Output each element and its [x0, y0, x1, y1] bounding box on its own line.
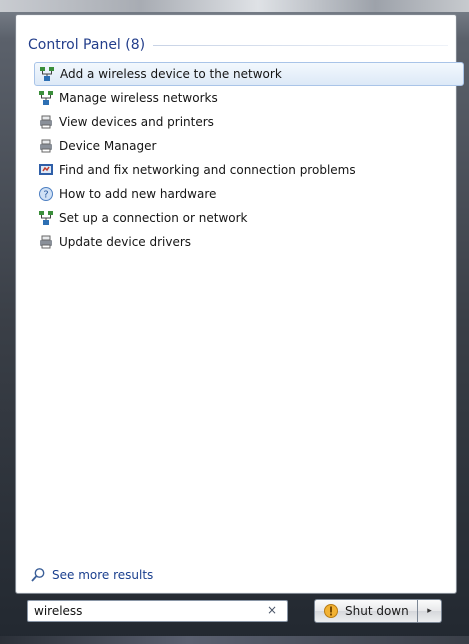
result-add-new-hardware[interactable]: ? How to add new hardware — [34, 182, 464, 206]
svg-text:?: ? — [43, 190, 48, 201]
chevron-right-icon: ▸ — [427, 606, 432, 616]
result-device-manager[interactable]: Device Manager — [34, 134, 464, 158]
search-input[interactable] — [28, 602, 254, 620]
devices-printers-icon — [38, 114, 54, 130]
network-icon — [38, 210, 54, 226]
section-header: Control Panel (8) — [28, 35, 448, 55]
search-icon — [30, 567, 46, 583]
devices-printers-icon — [38, 234, 54, 250]
result-setup-connection[interactable]: Set up a connection or network — [34, 206, 464, 230]
start-menu-frame: Control Panel (8) Add a wireless device … — [0, 0, 469, 644]
help-icon: ? — [38, 186, 54, 202]
search-results-panel: Control Panel (8) Add a wireless device … — [15, 14, 464, 594]
search-box[interactable]: × — [27, 600, 288, 622]
result-manage-wireless-networks[interactable]: Manage wireless networks — [34, 86, 464, 110]
result-label: Update device drivers — [59, 235, 192, 249]
desktop-strip — [0, 0, 469, 12]
shut-down-button[interactable]: Shut down — [314, 599, 418, 623]
result-add-wireless-device[interactable]: Add a wireless device to the network — [34, 62, 464, 86]
result-label: View devices and printers — [59, 115, 214, 129]
devices-printers-icon — [38, 138, 54, 154]
result-label: Find and fix networking and connection p… — [59, 163, 356, 177]
result-label: Device Manager — [59, 139, 157, 153]
shutdown-group: Shut down ▸ — [314, 599, 442, 623]
result-label: Manage wireless networks — [59, 91, 218, 105]
result-label: How to add new hardware — [59, 187, 217, 201]
network-icon — [39, 66, 55, 82]
shield-icon — [323, 603, 339, 619]
result-label: Add a wireless device to the network — [60, 67, 282, 81]
section-divider — [153, 44, 448, 46]
results-list: Add a wireless device to the network Man… — [34, 62, 464, 254]
shutdown-options-button[interactable]: ▸ — [418, 599, 442, 623]
see-more-results-link[interactable]: See more results — [30, 567, 153, 583]
see-more-label: See more results — [52, 568, 154, 582]
result-label: Set up a connection or network — [59, 211, 248, 225]
section-title[interactable]: Control Panel (8) — [28, 37, 153, 53]
network-icon — [38, 90, 54, 106]
taskbar-edge — [0, 636, 469, 644]
shut-down-label: Shut down — [345, 604, 409, 618]
result-view-devices-printers[interactable]: View devices and printers — [34, 110, 464, 134]
clear-search-icon[interactable]: × — [267, 603, 277, 617]
result-update-drivers[interactable]: Update device drivers — [34, 230, 464, 254]
troubleshoot-icon — [38, 162, 54, 178]
result-find-fix-networking[interactable]: Find and fix networking and connection p… — [34, 158, 464, 182]
